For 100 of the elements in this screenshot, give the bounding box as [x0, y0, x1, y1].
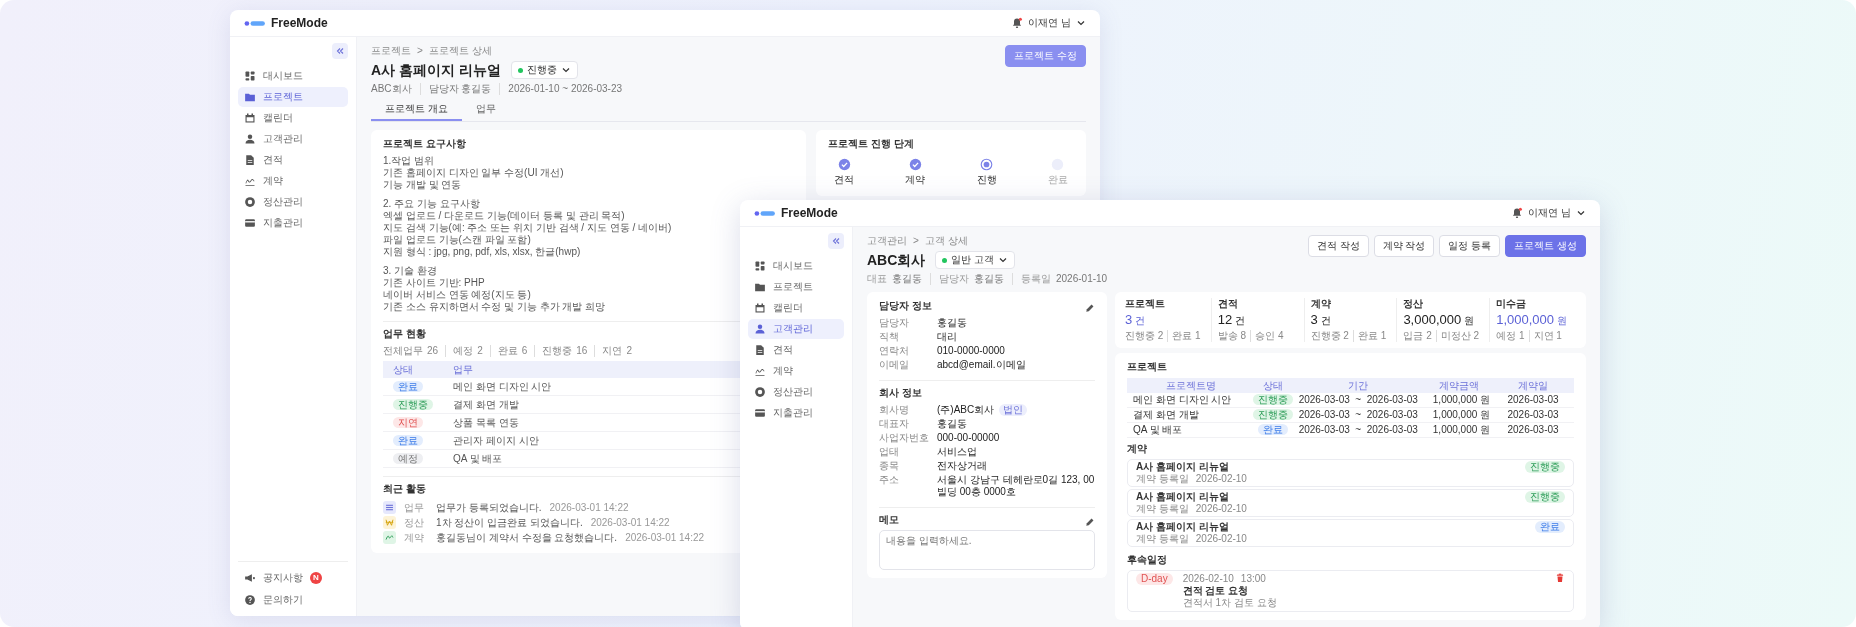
- sidebar-item[interactable]: 대시보드: [748, 256, 844, 276]
- field-label: 이메일: [879, 359, 910, 371]
- field-value: 홍길동: [937, 317, 967, 329]
- status-dropdown[interactable]: 진행중: [510, 61, 578, 79]
- date-label: 계약 등록일: [1136, 473, 1189, 485]
- activity-message: 업무가 등록되었습니다.: [436, 501, 542, 514]
- contract-card[interactable]: A사 홈페이지 리뉴얼 계약 등록일 2026-02-10 진행중: [1127, 459, 1574, 487]
- breadcrumb-link[interactable]: 고객 상세: [924, 235, 968, 247]
- action-button[interactable]: 프로젝트 생성: [1505, 235, 1586, 257]
- sidebar-item[interactable]: 캘린더: [238, 108, 348, 128]
- table-cell-text: 2026-03-03 ~ 2026-03-03: [1297, 424, 1419, 436]
- tab[interactable]: 업무: [461, 100, 510, 121]
- sidebar-item[interactable]: 견적: [238, 150, 348, 170]
- stat-value: 1,000,000: [1496, 312, 1555, 327]
- user-name[interactable]: 이재연 님: [1528, 207, 1571, 219]
- folder-icon: [754, 281, 766, 293]
- sidebar-item[interactable]: 견적: [748, 340, 844, 360]
- schedule-card[interactable]: D-day 2026-02-10 13:00 견적 검토 요청 견적서 1차 검토 요청: [1127, 570, 1574, 612]
- breadcrumb-link[interactable]: 프로젝트: [371, 45, 411, 57]
- date-label: 계약 등록일: [1136, 533, 1189, 545]
- meta-text: 담당자 홍길동: [419, 83, 500, 95]
- sidebar-item[interactable]: 지출관리: [238, 213, 348, 233]
- activity-message: 홍길동님이 계약서 수정을 요청했습니다.: [436, 531, 618, 544]
- stat-value: 3: [1125, 312, 1133, 327]
- table-cell-text: 메인 화면 디자인 시안: [1133, 394, 1233, 406]
- logo-icon: [244, 18, 266, 28]
- user-name[interactable]: 이재연 님: [1028, 17, 1071, 29]
- sidebar-item[interactable]: 프로젝트: [238, 87, 348, 107]
- stat-unit: 원: [1557, 314, 1568, 328]
- stat-label: 지연: [602, 345, 623, 357]
- requirement-text: 엑셀 업로드 / 다운로드 기능(데이터 등록 및 관리 목적): [383, 210, 625, 222]
- contract-date: 2026-02-10: [1195, 533, 1247, 545]
- activity-category: 업무: [404, 501, 425, 514]
- requirement-text: 기능 개발 및 연동: [383, 179, 462, 191]
- column-header: 계약일: [1517, 379, 1550, 392]
- requirement-text: 기존 홈페이지 디자인 일부 수정(UI 개선): [383, 167, 564, 179]
- column-header: 프로젝트명: [1165, 379, 1218, 392]
- section-title: 담당자 정보: [879, 300, 932, 312]
- memo-field[interactable]: 내용을 입력하세요.: [879, 530, 1095, 570]
- contract-title: A사 홈페이지 리뉴얼: [1136, 461, 1230, 473]
- table-cell: 결제 화면 개발: [453, 398, 519, 411]
- sidebar-item[interactable]: 계약: [748, 361, 844, 381]
- step-label: 계약: [905, 174, 926, 186]
- stat-value: 2: [477, 345, 483, 357]
- stat-label: 계약: [1310, 298, 1332, 310]
- action-button[interactable]: 계약 작성: [1373, 235, 1435, 257]
- sidebar-item[interactable]: 계약: [238, 171, 348, 191]
- section-title: 프로젝트 진행 단계: [828, 138, 914, 150]
- stat-label: 정산: [1403, 298, 1425, 310]
- breadcrumb-link[interactable]: 고객관리: [867, 235, 907, 247]
- stat-value: 16: [576, 345, 588, 357]
- sidebar-item[interactable]: 고객관리: [238, 129, 348, 149]
- sidebar-item[interactable]: 캘린더: [748, 298, 844, 318]
- logo-text: FreeMode: [271, 17, 328, 29]
- field-value: 홍길동: [937, 418, 967, 430]
- customer-type-dropdown[interactable]: 일반 고객: [935, 251, 1016, 269]
- stat-unit: 원: [1464, 314, 1475, 328]
- sidebar-item[interactable]: 정산관리: [238, 192, 348, 212]
- field-value: 전자상거래: [937, 460, 987, 472]
- field-label: 주소: [879, 474, 900, 487]
- sidebar-item[interactable]: 문의하기: [238, 590, 348, 610]
- action-button[interactable]: 일정 등록: [1439, 235, 1501, 257]
- field-value: 서비스업: [937, 446, 977, 458]
- requirement-text: 네이버 서비스 연동 예정(지도 등): [383, 289, 531, 301]
- sidebar-item[interactable]: 프로젝트: [748, 277, 844, 297]
- contract-card[interactable]: A사 홈페이지 리뉴얼 계약 등록일 2026-02-10 완료: [1127, 519, 1574, 547]
- table-cell-text: 1,000,000 원: [1431, 409, 1492, 421]
- chevron-down-icon: [560, 65, 571, 75]
- logo-text: FreeMode: [781, 207, 838, 219]
- table-cell-text: 2026-03-03 ~ 2026-03-03: [1297, 394, 1419, 406]
- folder-icon: [244, 91, 256, 103]
- table-cell: 관리자 페이지 시안: [453, 434, 539, 447]
- stat-detail: 진행중 2: [1310, 330, 1349, 342]
- sidebar-item[interactable]: 공지사항 N: [238, 568, 348, 588]
- signature-icon: [383, 531, 396, 544]
- card-icon: [754, 407, 766, 419]
- sidebar-item[interactable]: 대시보드: [238, 66, 348, 86]
- column-header: 상태: [1261, 379, 1284, 392]
- logo-icon: [754, 208, 776, 218]
- status-badge: 진행중: [1525, 491, 1565, 503]
- list-icon: [383, 501, 396, 514]
- action-button[interactable]: 견적 작성: [1307, 235, 1369, 257]
- collapse-button[interactable]: [332, 43, 348, 59]
- field-label: 대표자: [879, 418, 910, 430]
- sidebar-item[interactable]: 고객관리: [748, 319, 844, 339]
- contract-card[interactable]: A사 홈페이지 리뉴얼 계약 등록일 2026-02-10 진행중: [1127, 489, 1574, 517]
- breadcrumb-link[interactable]: 프로젝트 상세: [428, 45, 492, 57]
- stat-detail: 예정 1: [1496, 330, 1525, 342]
- sidebar-item[interactable]: 지출관리: [748, 403, 844, 423]
- tab[interactable]: 프로젝트 개요: [371, 100, 462, 121]
- field-label: 업태: [879, 446, 900, 458]
- stat-detail: 발송 8: [1217, 330, 1247, 342]
- field-value: 서울시 강남구 테헤란로0길 123, 00빌딩 00층 0000호: [937, 474, 1095, 498]
- schedule-note: 견적서 1차 검토 요청: [1182, 597, 1278, 609]
- sidebar-item[interactable]: 정산관리: [748, 382, 844, 402]
- d-day-badge: D-day: [1136, 573, 1173, 585]
- field-label: 사업자번호: [879, 432, 930, 444]
- collapse-button[interactable]: [828, 233, 844, 249]
- section-title: 최근 활동: [383, 483, 426, 495]
- stat-value: 2: [626, 345, 632, 357]
